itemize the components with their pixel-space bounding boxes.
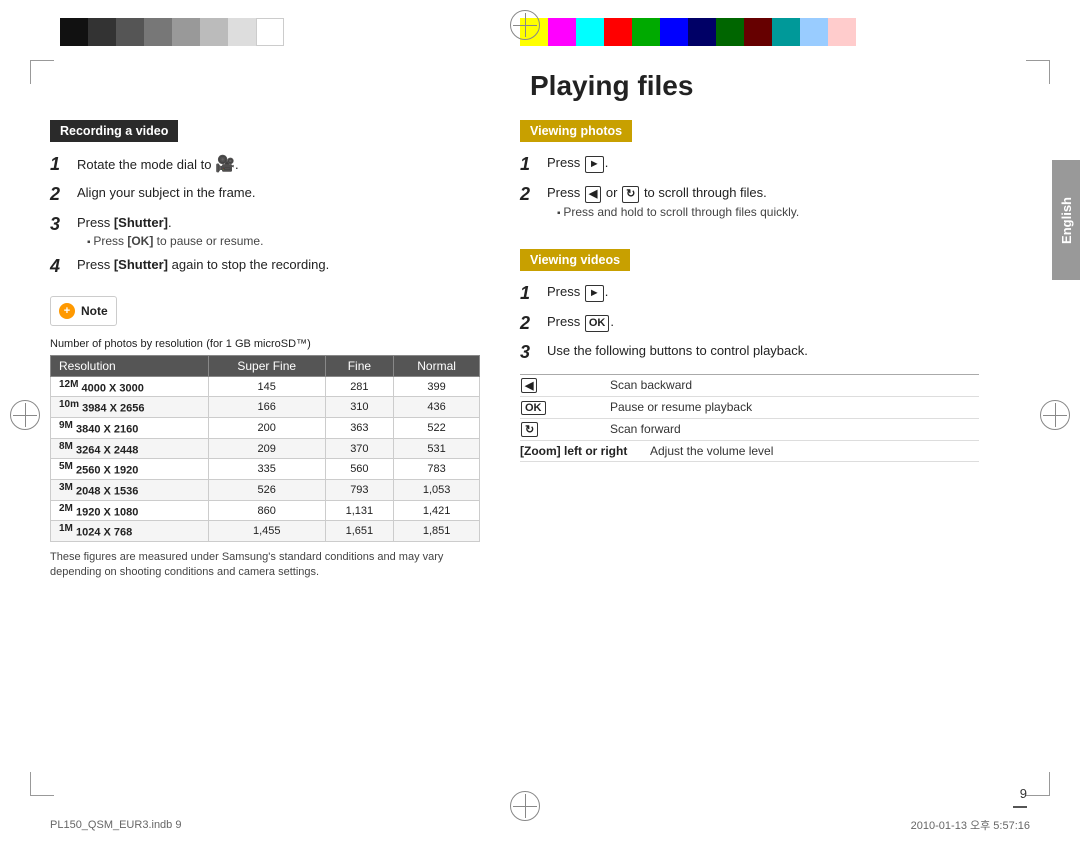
table-row: 8M 3264 X 2448 209 370 531 <box>51 438 480 459</box>
step-1-text: Rotate the mode dial to 🎥. <box>77 157 239 172</box>
control-table: ◀ Scan backward OK Pause or resume playb… <box>520 374 979 462</box>
ctrl-desc-zoom: Adjust the volume level <box>650 444 773 458</box>
step-4-num: 4 <box>50 256 72 278</box>
step-2-num: 2 <box>50 184 72 206</box>
vv-step-3-num: 3 <box>520 342 542 364</box>
page-number: 9 <box>1020 786 1027 801</box>
page-title: Playing files <box>530 70 1030 102</box>
th-normal: Normal <box>394 355 480 376</box>
ctrl-desc-forward: Scan forward <box>610 422 681 437</box>
ctrl-row-zoom: [Zoom] left or right Adjust the volume l… <box>520 441 979 462</box>
vp-step-1-num: 1 <box>520 154 542 176</box>
th-fine: Fine <box>325 355 394 376</box>
vp-step-1: 1 Press ►. <box>520 154 1030 176</box>
right-color-swatches <box>520 18 856 46</box>
viewing-photos-header: Viewing photos <box>520 120 632 142</box>
table-row: 5M 2560 X 1920 335 560 783 <box>51 459 480 480</box>
table-footnote: These figures are measured under Samsung… <box>50 550 480 581</box>
recording-video-header: Recording a video <box>50 120 178 142</box>
vv-step-2: 2 Press OK. <box>520 313 1030 335</box>
vv-step-2-num: 2 <box>520 313 542 335</box>
vp-step-1-text: Press ►. <box>547 154 608 173</box>
vv-step-2-text: Press OK. <box>547 313 614 332</box>
right-column: Viewing photos 1 Press ►. 2 Press ◀ or ↻… <box>520 120 1030 791</box>
page-line <box>1013 806 1027 808</box>
table-row: 2M 1920 X 1080 860 1,131 1,421 <box>51 500 480 521</box>
reg-mark-right <box>1040 400 1070 430</box>
vp-step-2-num: 2 <box>520 184 542 206</box>
vv-step-3: 3 Use the following buttons to control p… <box>520 342 1030 364</box>
table-row: 12M 4000 X 3000 145 281 399 <box>51 376 480 397</box>
two-column-layout: Recording a video 1 Rotate the mode dial… <box>50 120 1030 791</box>
reg-mark-top <box>510 10 540 40</box>
th-superfine: Super Fine <box>208 355 325 376</box>
bottom-bar: PL150_QSM_EUR3.indb 9 2010-01-13 오후 5:57… <box>50 817 1030 833</box>
step-3-sub: Press [OK] to pause or resume. <box>77 234 263 248</box>
english-label: English <box>1059 197 1074 244</box>
step-4-text: Press [Shutter] again to stop the record… <box>77 256 329 274</box>
bottom-right-text: 2010-01-13 오후 5:57:16 <box>911 817 1030 833</box>
step-3-num: 3 <box>50 214 72 236</box>
viewing-videos-section: Viewing videos 1 Press ►. 2 Press OK. 3 … <box>520 249 1030 462</box>
step-1: 1 Rotate the mode dial to 🎥. <box>50 154 480 176</box>
english-tab: English <box>1052 160 1080 280</box>
step-3: 3 Press [Shutter]. Press [OK] to pause o… <box>50 214 480 248</box>
ctrl-key-backward: ◀ <box>520 378 610 393</box>
left-column: Recording a video 1 Rotate the mode dial… <box>50 120 480 791</box>
table-row: 3M 2048 X 1536 526 793 1,053 <box>51 480 480 501</box>
color-bar-top <box>0 18 1080 46</box>
left-color-swatches <box>60 18 320 46</box>
table-title: Number of photos by resolution (for 1 GB… <box>50 336 480 350</box>
main-content: Playing files Recording a video 1 Rotate… <box>50 70 1030 791</box>
ctrl-row-ok: OK Pause or resume playback <box>520 397 979 419</box>
step-2-text: Align your subject in the frame. <box>77 184 255 202</box>
ctrl-key-forward: ↻ <box>520 422 610 437</box>
vv-step-1: 1 Press ►. <box>520 283 1030 305</box>
vp-step-2-text: Press ◀ or ↻ to scroll through files. <box>547 185 767 200</box>
note-label: Note <box>81 304 108 318</box>
ctrl-row-backward: ◀ Scan backward <box>520 375 979 397</box>
vp-step-2-sub: Press and hold to scroll through files q… <box>547 205 799 219</box>
vv-step-1-num: 1 <box>520 283 542 305</box>
note-box: + Note <box>50 296 117 326</box>
viewing-photos-section: Viewing photos 1 Press ►. 2 Press ◀ or ↻… <box>520 120 1030 219</box>
step-3-text: Press [Shutter]. <box>77 215 172 230</box>
vp-step-2: 2 Press ◀ or ↻ to scroll through files. … <box>520 184 1030 219</box>
bottom-left-text: PL150_QSM_EUR3.indb 9 <box>50 819 181 831</box>
note-icon: + <box>59 303 75 319</box>
ctrl-desc-backward: Scan backward <box>610 378 692 393</box>
ctrl-row-forward: ↻ Scan forward <box>520 419 979 441</box>
vv-step-3-text: Use the following buttons to control pla… <box>547 342 808 360</box>
table-row: 10m 3984 X 2656 166 310 436 <box>51 397 480 418</box>
vv-step-1-text: Press ►. <box>547 283 608 302</box>
ctrl-desc-ok: Pause or resume playback <box>610 400 752 415</box>
ctrl-key-ok: OK <box>520 400 610 415</box>
ctrl-key-zoom: [Zoom] left or right <box>520 444 650 458</box>
table-row: 1M 1024 X 768 1,455 1,651 1,851 <box>51 521 480 542</box>
step-4: 4 Press [Shutter] again to stop the reco… <box>50 256 480 278</box>
step-2: 2 Align your subject in the frame. <box>50 184 480 206</box>
reg-mark-left <box>10 400 40 430</box>
table-row: 9M 3840 X 2160 200 363 522 <box>51 418 480 439</box>
viewing-videos-header: Viewing videos <box>520 249 630 271</box>
resolution-table: Resolution Super Fine Fine Normal 12M 40… <box>50 355 480 542</box>
step-1-num: 1 <box>50 154 72 176</box>
th-resolution: Resolution <box>51 355 209 376</box>
